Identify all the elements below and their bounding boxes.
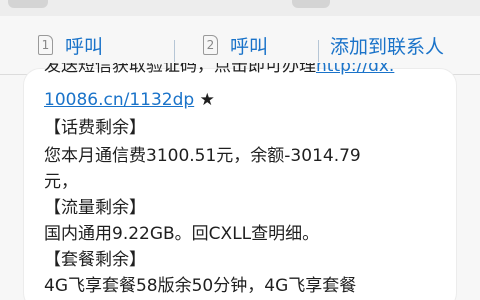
partial-top-line: 发送短信获取验证码，点击即可办理http://dx.	[44, 63, 444, 87]
fee-line-1: 您本月通信费3100.51元，余额-3014.79	[44, 146, 361, 166]
package-line: 4G飞享套餐58版余50分钟，4G飞享套餐	[44, 276, 357, 296]
link-line: 10086.cn/1132dp ★	[44, 87, 440, 113]
conversation-area: 发送短信获取验证码，点击即可办理http://dx. 10086.cn/1132…	[0, 63, 480, 300]
call-sim1-button[interactable]: 1 呼叫	[38, 30, 103, 60]
sim2-icon: 2	[203, 35, 218, 55]
status-strip	[0, 0, 480, 16]
call-sim2-button[interactable]: 2 呼叫	[203, 30, 268, 60]
action-divider	[174, 40, 175, 62]
add-to-contacts-button[interactable]: 添加到联系人	[330, 30, 444, 60]
star-mark: ★	[194, 90, 215, 110]
sms-screen: 1 呼叫 2 呼叫 添加到联系人 发送短信获取验证码，点击即可办理http://…	[0, 0, 480, 300]
partial-top-link[interactable]: http://dx.	[316, 63, 394, 76]
action-divider	[318, 40, 319, 62]
add-to-contacts-label: 添加到联系人	[330, 35, 445, 58]
call-sim2-label: 呼叫	[230, 35, 269, 58]
partial-top-text: 发送短信获取验证码，点击即可办理	[44, 63, 316, 76]
section-data-title: 【流量剩余】	[44, 198, 146, 218]
message-link[interactable]: 10086.cn/1132dp	[44, 90, 194, 110]
data-line: 国内通用9.22GB。回CXLL查明细。	[44, 224, 320, 244]
fee-line-2: 元，	[44, 172, 78, 192]
section-package-title: 【套餐剩余】	[44, 250, 146, 270]
sim1-icon: 1	[38, 35, 53, 55]
call-sim1-label: 呼叫	[65, 35, 104, 58]
section-fee-title: 【话费剩余】	[44, 118, 146, 138]
